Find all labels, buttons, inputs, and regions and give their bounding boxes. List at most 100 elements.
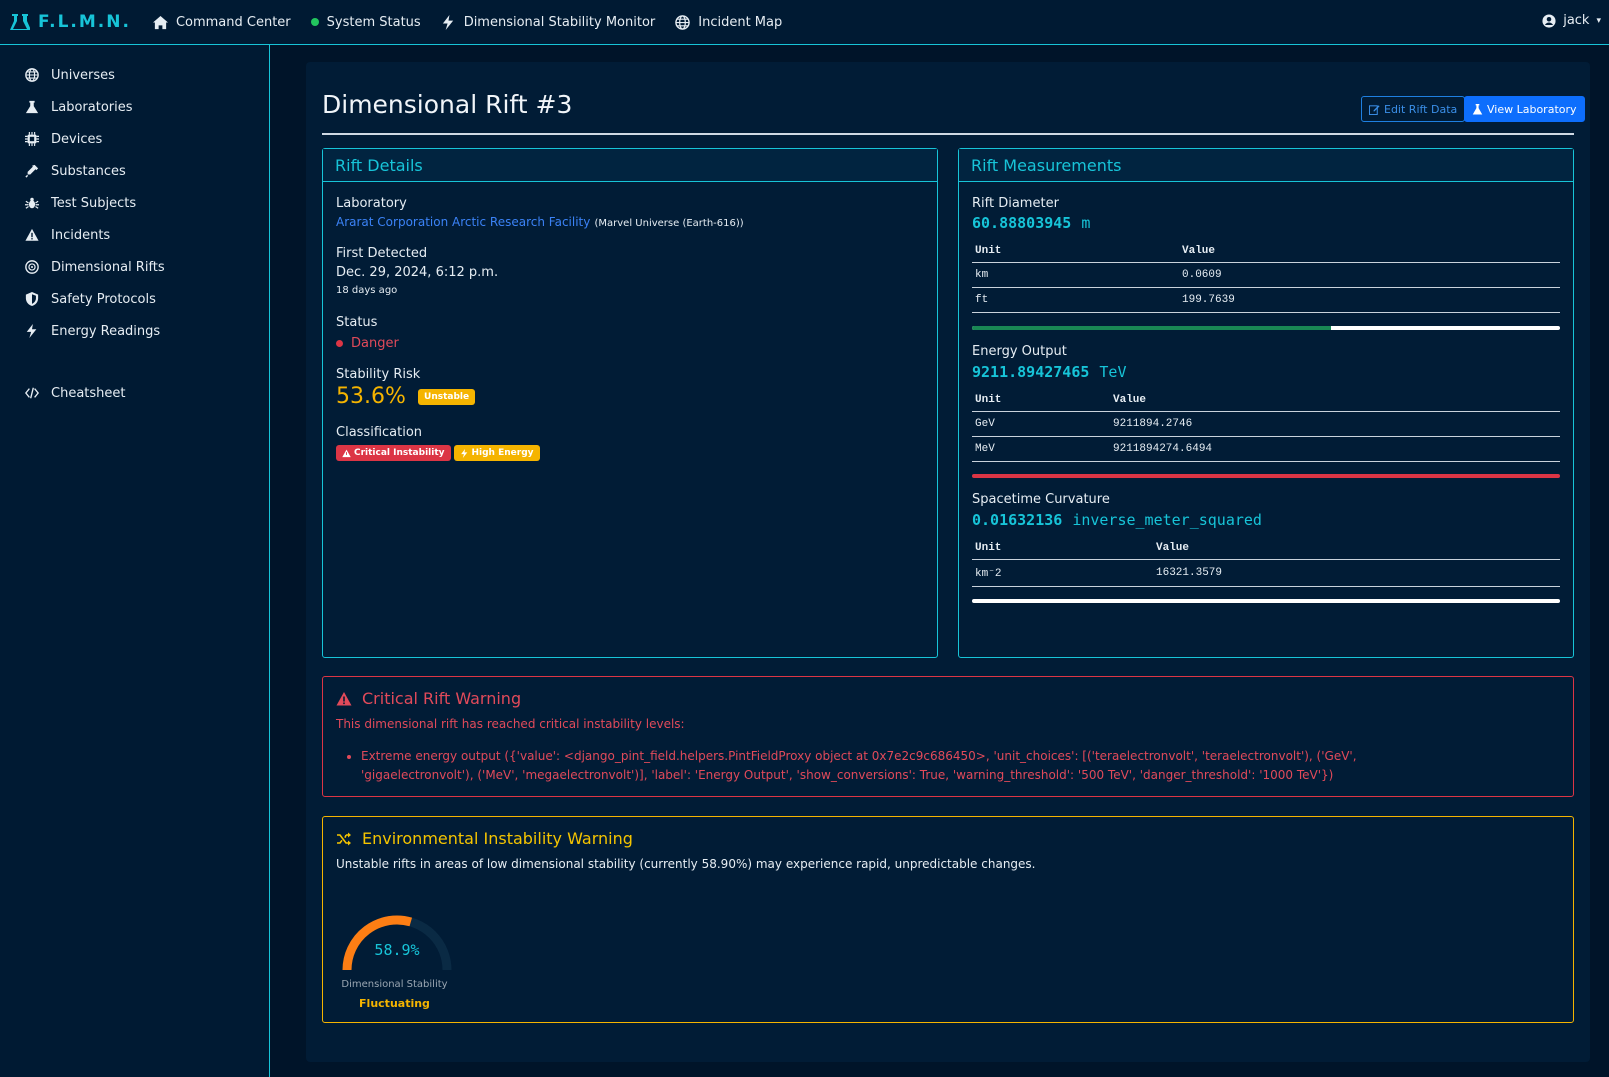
edit-rift-data-button[interactable]: Edit Rift Data <box>1361 96 1466 122</box>
shield-icon <box>25 292 39 306</box>
sidebar-item-label: Devices <box>51 131 103 147</box>
sidebar-item-devices[interactable]: Devices <box>0 123 269 155</box>
user-circle-icon <box>1542 13 1556 28</box>
nav-system-status[interactable]: System Status <box>310 14 421 30</box>
bug-icon <box>25 197 39 209</box>
table-header-unit: Unit <box>972 238 1179 263</box>
energy-output-number: 9211.89427465 <box>972 363 1090 381</box>
critical-warning-text: This dimensional rift has reached critic… <box>336 717 685 731</box>
brand-logo[interactable]: F.L.M.N. <box>10 12 131 32</box>
first-detected-ago: 18 days ago <box>336 285 398 296</box>
view-laboratory-button[interactable]: View Laboratory <box>1464 96 1585 122</box>
sidebar-item-test-subjects[interactable]: Test Subjects <box>0 187 269 219</box>
spacetime-curvature-value: 0.01632136 inverse_meter_squared <box>972 511 1262 529</box>
rift-diameter-table: Unit Value km 0.0609 ft 199.7639 <box>972 238 1560 313</box>
critical-instability-label: Critical Instability <box>354 448 445 458</box>
chip-icon <box>25 132 39 146</box>
sidebar-item-label: Test Subjects <box>51 195 137 211</box>
first-detected-field: First Detected Dec. 29, 2024, 6:12 p.m. … <box>336 246 498 296</box>
table-row: GeV 9211894.2746 <box>972 411 1560 437</box>
gauge-status: Fluctuating <box>359 997 430 1010</box>
table-header-value: Value <box>1153 535 1560 560</box>
sidebar-item-laboratories[interactable]: Laboratories <box>0 91 269 123</box>
energy-output-value: 9211.89427465 TeV <box>972 363 1127 381</box>
warning-icon <box>336 691 352 705</box>
nav-incident-map[interactable]: Incident Map <box>675 15 782 30</box>
first-detected-value: Dec. 29, 2024, 6:12 p.m. <box>336 265 499 280</box>
nav-stability-monitor[interactable]: Dimensional Stability Monitor <box>441 14 655 30</box>
bolt-icon <box>26 324 37 338</box>
bolt-icon <box>460 448 467 458</box>
table-row: MeV 9211894274.6494 <box>972 436 1560 462</box>
sidebar-item-safety-protocols[interactable]: Safety Protocols <box>0 283 269 315</box>
table-cell-unit: GeV <box>972 411 1110 437</box>
stability-risk-field: Stability Risk 53.6% Unstable <box>336 367 476 409</box>
critical-warning-title: Critical Rift Warning <box>362 689 522 708</box>
rift-diameter-progress <box>972 326 1560 330</box>
stability-risk-value: 53.6% <box>336 384 406 409</box>
sidebar-item-universes[interactable]: Universes <box>0 59 269 91</box>
globe-icon <box>25 68 39 82</box>
nav-command-center-label: Command Center <box>175 14 291 30</box>
first-detected-label: First Detected <box>336 246 428 261</box>
laboratory-universe: (Marvel Universe (Earth-616)) <box>594 218 744 229</box>
title-divider <box>322 133 1574 135</box>
lab-flask-icon <box>10 14 30 30</box>
sidebar-item-substances[interactable]: Substances <box>0 155 269 187</box>
top-navbar: F.L.M.N. Command Center System Status Di… <box>0 0 1609 45</box>
flask-icon <box>1472 103 1483 115</box>
status-value: Danger <box>336 336 399 351</box>
table-header-value: Value <box>1179 238 1560 263</box>
nav-command-center[interactable]: Command Center <box>152 14 291 30</box>
sidebar-item-dimensional-rifts[interactable]: Dimensional Rifts <box>0 251 269 283</box>
sidebar-item-label: Incidents <box>51 227 111 243</box>
status-dot-icon <box>310 18 319 26</box>
rift-diameter-label: Rift Diameter <box>972 196 1059 211</box>
sidebar-item-label: Laboratories <box>51 99 133 115</box>
env-warning-title: Environmental Instability Warning <box>362 829 633 848</box>
table-cell-value: 9211894274.6494 <box>1110 436 1560 462</box>
unstable-badge: Unstable <box>418 388 476 405</box>
sidebar-item-energy-readings[interactable]: Energy Readings <box>0 315 269 347</box>
flask-icon <box>25 100 39 114</box>
sidebar-item-label: Substances <box>51 163 126 179</box>
env-warning-text: Unstable rifts in areas of low dimension… <box>336 857 1036 871</box>
user-menu[interactable]: jack ▾ <box>1542 13 1601 28</box>
laboratory-field: Laboratory Ararat Corporation Arctic Res… <box>336 196 744 230</box>
status-text: Danger <box>351 336 399 351</box>
env-warning-title-row: Environmental Instability Warning <box>336 829 633 848</box>
critical-warning-list: Extreme energy output ({'value': <django… <box>361 747 1461 785</box>
energy-output-progress <box>972 474 1560 478</box>
main-content: Dimensional Rift #3 Edit Rift Data View … <box>306 62 1590 1062</box>
spacetime-curvature-progress <box>972 599 1560 603</box>
sidebar-item-label: Universes <box>51 67 115 83</box>
status-label: Status <box>336 315 378 330</box>
sidebar-item-cheatsheet[interactable]: Cheatsheet <box>0 377 269 409</box>
sidebar-item-label: Safety Protocols <box>51 291 156 307</box>
laboratory-link[interactable]: Ararat Corporation Arctic Research Facil… <box>336 215 590 229</box>
status-field: Status Danger <box>336 315 399 351</box>
nav-system-status-label: System Status <box>326 14 421 30</box>
energy-output-label: Energy Output <box>972 344 1067 359</box>
sidebar-item-label: Cheatsheet <box>51 385 126 401</box>
nav-incident-map-label: Incident Map <box>698 14 783 30</box>
brand-name: F.L.M.N. <box>38 12 131 32</box>
rift-diameter-progress-fill <box>972 326 1331 330</box>
edit-rift-data-label: Edit Rift Data <box>1384 102 1458 116</box>
energy-output-table: Unit Value GeV 9211894.2746 MeV 9211894274.… <box>972 387 1560 462</box>
energy-output-unit: TeV <box>1099 363 1127 381</box>
laboratory-label: Laboratory <box>336 196 407 211</box>
syringe-icon <box>25 164 39 178</box>
classification-field: Classification Critical Instability High… <box>336 425 540 461</box>
warning-icon <box>342 449 351 457</box>
table-cell-unit: km <box>972 262 1179 288</box>
table-cell-value: 9211894.2746 <box>1110 411 1560 437</box>
critical-warning-title-row: Critical Rift Warning <box>336 689 521 708</box>
classification-label: Classification <box>336 425 423 440</box>
gauge-label: Dimensional Stability <box>341 979 448 990</box>
sidebar-item-incidents[interactable]: Incidents <box>0 219 269 251</box>
rift-diameter-unit: m <box>1081 214 1091 232</box>
rift-details-heading: Rift Details <box>323 149 937 182</box>
environmental-instability-warning: Environmental Instability Warning Unstab… <box>322 816 1574 1023</box>
table-cell-value: 0.0609 <box>1179 262 1560 288</box>
